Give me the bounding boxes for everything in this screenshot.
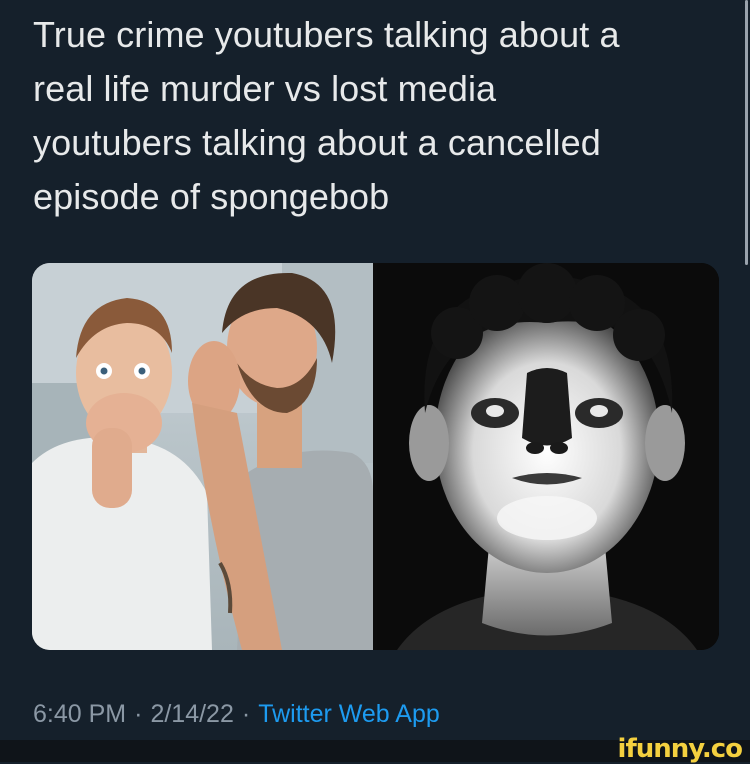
tweet-text-line: True crime youtubers talking about a <box>33 14 620 55</box>
ifunny-watermark: ifunny.co <box>617 734 743 764</box>
tweet-text: True crime youtubers talking about a rea… <box>33 8 723 224</box>
media-photo-whispering-men[interactable] <box>32 263 373 650</box>
tweet-time[interactable]: 6:40 PM <box>33 700 126 728</box>
tweet-text-line: episode of spongebob <box>33 176 390 217</box>
tweet: True crime youtubers talking about a rea… <box>0 0 750 740</box>
separator: · <box>241 700 251 728</box>
tweet-text-line: youtubers talking about a cancelled <box>33 122 601 163</box>
separator: · <box>134 700 143 728</box>
tweet-text-line: real life murder vs lost media <box>33 68 497 109</box>
media-photo-lit-face[interactable] <box>377 263 719 650</box>
tweet-source-link[interactable]: Twitter Web App <box>258 700 440 728</box>
tweet-date[interactable]: 2/14/22 <box>150 700 233 728</box>
tweet-media-grid <box>32 263 719 650</box>
tweet-metadata: 6:40 PM · 2/14/22 · Twitter Web App <box>33 697 440 731</box>
whispering-men-illustration <box>32 263 373 650</box>
lit-face-illustration <box>377 263 719 650</box>
scrollbar[interactable] <box>745 0 748 265</box>
